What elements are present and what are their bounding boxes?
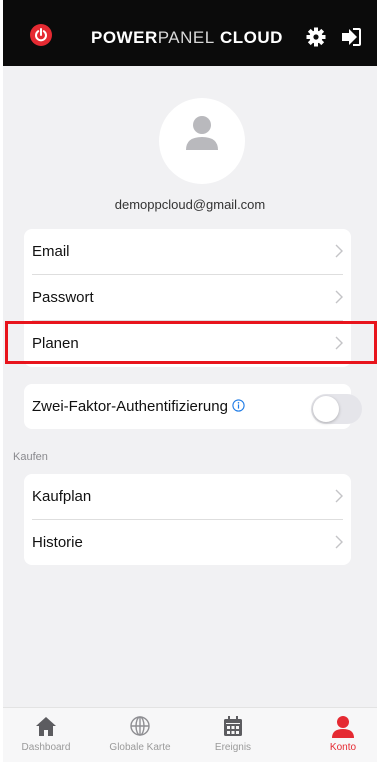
password-row-label: Passwort [32, 289, 94, 306]
chevron-right-icon [335, 290, 343, 304]
power-logo-icon [30, 24, 52, 46]
section-title-purchase: Kaufen [13, 451, 48, 463]
tab-global-map-label: Globale Karte [109, 742, 171, 753]
tab-events-label: Ereignis [214, 742, 252, 753]
home-icon [36, 717, 56, 736]
two-factor-toggle[interactable] [311, 394, 362, 424]
chevron-right-icon [335, 489, 343, 503]
brand-cloud: CLOUD [214, 28, 283, 47]
tab-account[interactable]: Konto [303, 708, 379, 762]
two-factor-card: Zwei-Faktor-Authentifizierung [24, 384, 362, 429]
tab-dashboard[interactable]: Dashboard [6, 708, 86, 762]
email-row[interactable]: Email [24, 229, 351, 275]
chevron-right-icon [335, 244, 343, 258]
gear-icon[interactable] [305, 26, 327, 48]
content-area: POWERPANEL CLOUD demoppcloud@gmail.com E… [3, 0, 377, 762]
tab-bar: Dashboard Globale Karte Ereignis Konto [3, 707, 377, 762]
purchase-card: Kaufplan Historie [24, 474, 351, 565]
brand-panel: PANEL [157, 28, 215, 47]
two-factor-text: Zwei-Faktor-Authentifizierung [32, 398, 228, 415]
sign-out-icon[interactable] [340, 26, 362, 48]
toggle-knob [313, 396, 339, 422]
tab-dashboard-label: Dashboard [21, 742, 71, 753]
app-header: POWERPANEL CLOUD [3, 0, 377, 66]
tab-events[interactable]: Ereignis [193, 708, 273, 762]
user-icon [332, 716, 354, 738]
history-row[interactable]: Historie [24, 520, 351, 566]
globe-icon [130, 716, 150, 736]
info-icon[interactable] [232, 399, 245, 412]
two-factor-label: Zwei-Faktor-Authentifizierung [32, 398, 245, 415]
avatar [159, 98, 245, 184]
app-screen: POWERPANEL CLOUD demoppcloud@gmail.com E… [0, 0, 379, 762]
history-label: Historie [32, 534, 83, 551]
purchase-plan-label: Kaufplan [32, 488, 92, 505]
brand-power: POWER [91, 28, 158, 47]
tab-global-map[interactable]: Globale Karte [100, 708, 180, 762]
calendar-icon [224, 716, 242, 736]
email-row-label: Email [32, 243, 70, 260]
purchase-plan-row[interactable]: Kaufplan [24, 474, 351, 520]
app-title: POWERPANEL CLOUD [91, 28, 283, 48]
user-email: demoppcloud@gmail.com [114, 197, 266, 212]
chevron-right-icon [335, 535, 343, 549]
highlight-box [5, 321, 377, 364]
password-row[interactable]: Passwort [24, 275, 351, 321]
tab-account-label: Konto [329, 742, 357, 753]
